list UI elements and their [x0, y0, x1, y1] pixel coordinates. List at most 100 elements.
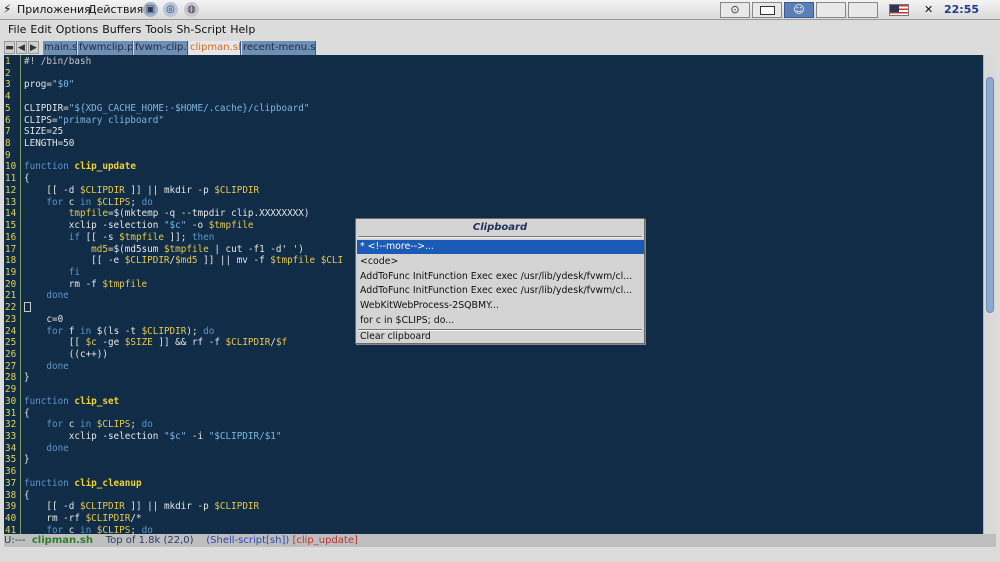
close-icon[interactable]: ✕ — [924, 3, 933, 16]
code-line[interactable]: [[ -d $CLIPDIR ]] || mkdir -p $CLIPDIR — [24, 501, 259, 513]
code-line[interactable]: rm -f $tmpfile — [24, 279, 147, 291]
tabbar-home-button[interactable]: ▬ — [4, 41, 15, 54]
workspace-2[interactable] — [752, 2, 782, 18]
code-line[interactable]: done — [24, 361, 68, 373]
code-line[interactable]: if [[ -s $tmpfile ]]; then — [24, 231, 215, 244]
code-token: $SIZE — [124, 337, 153, 349]
line-number: 30 — [5, 395, 17, 407]
code-line[interactable]: [[ -e $CLIPDIR/$md5 ]] || mv -f $tmpfile… — [24, 255, 343, 267]
code-line[interactable] — [24, 302, 31, 314]
code-line[interactable]: for f in $(ls -t $CLIPDIR); do — [24, 326, 214, 338]
code-token: ]] || mkdir -p — [124, 184, 215, 196]
code-line[interactable]: ((c++)) — [24, 349, 108, 361]
clipboard-popup: Clipboard * <!--more-->... <code> AddToFun… — [355, 218, 645, 344]
code-line[interactable]: md5=$(md5sum $tmpfile | cut -f1 -d' ') — [24, 244, 304, 256]
terminal-launcher-icon[interactable]: ▣ — [143, 2, 158, 17]
clipboard-item[interactable]: AddToFunc InitFunction Exec exec /usr/li… — [357, 270, 644, 284]
actions-menu[interactable]: Действия — [88, 3, 143, 16]
code-line[interactable]: fi — [24, 267, 80, 279]
menu-help[interactable]: Help — [230, 23, 255, 36]
code-line[interactable]: xclip -selection "$c" -o $tmpfile — [24, 220, 254, 232]
code-token: ((c++)) — [24, 349, 108, 360]
tabbar-prev-button[interactable]: ◀ — [16, 41, 27, 54]
menu-edit[interactable]: Edit — [30, 23, 51, 36]
code-line[interactable]: SIZE=25 — [24, 126, 63, 138]
menu-file[interactable]: File — [8, 23, 26, 36]
us-flag-icon[interactable] — [889, 4, 909, 16]
code-token: then — [191, 231, 215, 243]
tab-fvwm-clip-p[interactable]: fvwm-clip.p — [134, 41, 188, 55]
workspace-4[interactable] — [816, 2, 846, 18]
popup-separator — [358, 236, 642, 238]
code-token: [[ -e — [24, 255, 125, 267]
tab-recent-menu-sh[interactable]: recent-menu.sh — [242, 41, 316, 55]
workspace-1[interactable]: ⊙ — [720, 2, 750, 18]
code-line[interactable]: function clip_set — [24, 396, 119, 408]
code-token: in — [79, 325, 92, 337]
code-line[interactable]: CLIPDIR="${XDG_CACHE_HOME:-$HOME/.cache}… — [24, 103, 309, 115]
buffer-state: U:--- — [4, 535, 26, 546]
code-token: ]]; — [163, 231, 192, 243]
code-token: f — [63, 325, 80, 337]
code-line[interactable]: c=0 — [24, 314, 63, 326]
code-line[interactable]: LENGTH=50 — [24, 138, 74, 150]
code-line[interactable]: [[ $c -ge $SIZE ]] && rf -f $CLIPDIR/$f — [24, 337, 287, 349]
clipboard-item[interactable]: AddToFunc InitFunction Exec exec /usr/li… — [357, 284, 644, 298]
tabbar-next-button[interactable]: ▶ — [28, 41, 39, 54]
code-line[interactable]: function clip_update — [24, 161, 136, 173]
menu-options[interactable]: Options — [56, 23, 98, 36]
tab-main-s[interactable]: main.s — [43, 41, 77, 55]
clipboard-item[interactable]: for c in $CLIPS; do... — [357, 314, 644, 328]
code-token: for — [24, 196, 64, 208]
menu-buffers[interactable]: Buffers — [102, 23, 141, 36]
code-line[interactable]: [[ -d $CLIPDIR ]] || mkdir -p $CLIPDIR — [24, 185, 259, 197]
buffer-position: Top of 1.8k (22,0) — [105, 535, 194, 546]
code-line[interactable]: for c in $CLIPS; do — [24, 196, 152, 209]
line-number: 36 — [5, 466, 17, 478]
tab-clipman-sh[interactable]: clipman.sh — [189, 41, 241, 55]
code-line[interactable]: CLIPS="primary clipboard" — [24, 115, 164, 127]
code-line[interactable]: prog="$0" — [24, 79, 74, 91]
code-token: $CLIPS — [96, 419, 131, 431]
line-number: 22 — [5, 302, 17, 314]
applications-icon[interactable]: ⚡ — [3, 2, 11, 16]
clipboard-item[interactable]: <code> — [357, 255, 644, 269]
code-line[interactable]: done — [24, 443, 68, 455]
workspace-5[interactable] — [848, 2, 878, 18]
globe-launcher-icon[interactable]: ◍ — [184, 2, 199, 17]
code-line[interactable]: } — [24, 372, 30, 384]
clear-clipboard-item[interactable]: Clear clipboard — [357, 330, 644, 344]
code-line[interactable]: rm -rf $CLIPDIR/* — [24, 513, 141, 525]
code-line[interactable]: } — [24, 454, 30, 466]
clipboard-item[interactable]: WebKitWebProcess-2SQBMY... — [357, 299, 644, 313]
browser-launcher-icon[interactable]: ◎ — [163, 2, 178, 17]
code-line[interactable]: { — [24, 173, 30, 185]
code-line[interactable]: done — [24, 290, 69, 302]
workspace-glyph: ☺ — [793, 3, 805, 16]
code-token: $f — [275, 337, 288, 349]
code-line[interactable]: #! /bin/bash — [24, 56, 91, 68]
vertical-scrollbar[interactable] — [983, 55, 996, 534]
code-line[interactable]: xclip -selection "$c" -i "$CLIPDIR/$1" — [24, 431, 282, 443]
menu-sh-script[interactable]: Sh-Script — [176, 23, 226, 36]
code-line[interactable]: { — [24, 490, 30, 502]
code-line[interactable]: { — [24, 408, 30, 420]
minibuffer[interactable] — [4, 547, 996, 560]
menu-tools[interactable]: Tools — [145, 23, 172, 36]
code-line[interactable]: for c in $CLIPS; do — [24, 419, 152, 431]
code-line[interactable]: for c in $CLIPS; do — [24, 525, 152, 534]
scrollbar-thumb[interactable] — [986, 77, 994, 313]
line-number: 29 — [5, 384, 17, 396]
tab-fvwmclip-p[interactable]: fvwmclip.p — [78, 41, 133, 55]
code-token: done — [24, 290, 69, 302]
code-token: c — [63, 196, 80, 208]
major-mode[interactable]: (Shell-script[sh]) — [206, 535, 289, 546]
workspace-3[interactable]: ☺ — [784, 2, 814, 18]
applications-menu[interactable]: Приложения — [17, 3, 91, 16]
clipboard-item[interactable]: * <!--more-->... — [357, 240, 644, 254]
code-line[interactable]: function clip_cleanup — [24, 478, 142, 490]
buffer-name[interactable]: clipman.sh — [32, 535, 93, 546]
code-line[interactable]: tmpfile=$(mktemp -q --tmpdir clip.XXXXXX… — [24, 208, 310, 220]
